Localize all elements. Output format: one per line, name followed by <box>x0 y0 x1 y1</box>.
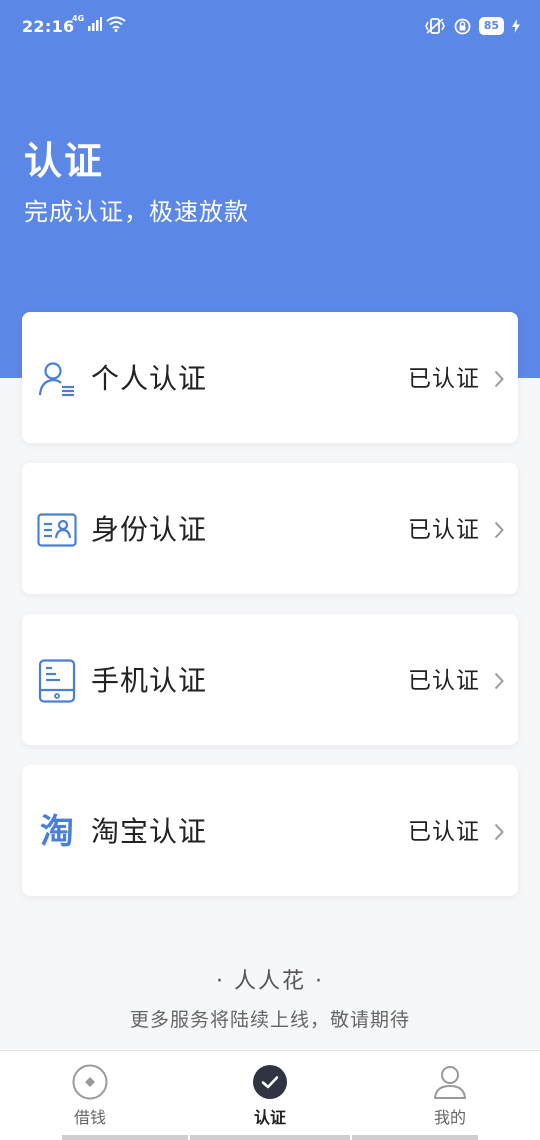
chevron-right-icon <box>494 672 504 690</box>
person-card-icon <box>37 359 77 399</box>
card-status: 已认证 <box>408 366 480 392</box>
alarm-icon <box>454 18 471 34</box>
chevron-right-icon <box>494 370 504 388</box>
home-indicator-center <box>190 1135 350 1140</box>
status-left-icons: 4G <box>72 14 126 32</box>
status-right-icons: 85 <box>424 17 520 35</box>
verification-card-taobao[interactable]: 淘 淘宝认证 已认证 <box>22 765 518 896</box>
signal-icon <box>88 17 103 31</box>
status-time: 22:16 <box>22 17 75 36</box>
verification-card-personal[interactable]: 个人认证 已认证 <box>22 312 518 443</box>
network-label: 4G <box>72 14 85 23</box>
footer-brand: · 人人花 · <box>216 969 324 994</box>
card-label: 手机认证 <box>91 664 208 697</box>
home-indicator-right <box>352 1135 478 1140</box>
user-icon <box>431 1063 469 1101</box>
bottom-tab-bar: 借钱 认证 我的 <box>0 1050 540 1140</box>
verification-card-phone[interactable]: 手机认证 已认证 <box>22 614 518 745</box>
phone-icon <box>37 659 77 703</box>
tab-label: 认证 <box>253 1108 286 1127</box>
tab-label: 我的 <box>433 1108 466 1127</box>
taobao-icon: 淘 <box>40 812 74 852</box>
wifi-icon <box>106 16 126 32</box>
chevron-right-icon <box>494 823 504 841</box>
card-label: 淘宝认证 <box>91 815 208 848</box>
vibrate-icon <box>424 18 445 34</box>
page-title: 认证 <box>24 139 105 183</box>
id-card-icon <box>37 510 77 550</box>
battery-indicator: 85 <box>478 17 504 35</box>
chevron-right-icon <box>494 521 504 539</box>
card-label: 身份认证 <box>91 513 208 546</box>
verification-card-identity[interactable]: 身份认证 已认证 <box>22 463 518 594</box>
card-status: 已认证 <box>408 668 480 694</box>
footer-note: 更多服务将陆续上线，敬请期待 <box>129 1009 410 1031</box>
check-circle-icon <box>251 1063 289 1101</box>
coin-icon <box>71 1063 109 1101</box>
page-subtitle: 完成认证，极速放款 <box>24 198 249 226</box>
tab-verify[interactable]: 认证 <box>180 1051 360 1140</box>
card-status: 已认证 <box>408 517 480 543</box>
card-status: 已认证 <box>408 819 480 845</box>
charging-icon <box>512 19 520 33</box>
status-bar: 22:16 4G 85 <box>0 0 540 56</box>
home-indicator-left <box>62 1135 188 1140</box>
tab-label: 借钱 <box>73 1108 106 1127</box>
tab-mine[interactable]: 我的 <box>360 1051 540 1140</box>
card-label: 个人认证 <box>91 362 208 395</box>
tab-borrow[interactable]: 借钱 <box>0 1051 180 1140</box>
